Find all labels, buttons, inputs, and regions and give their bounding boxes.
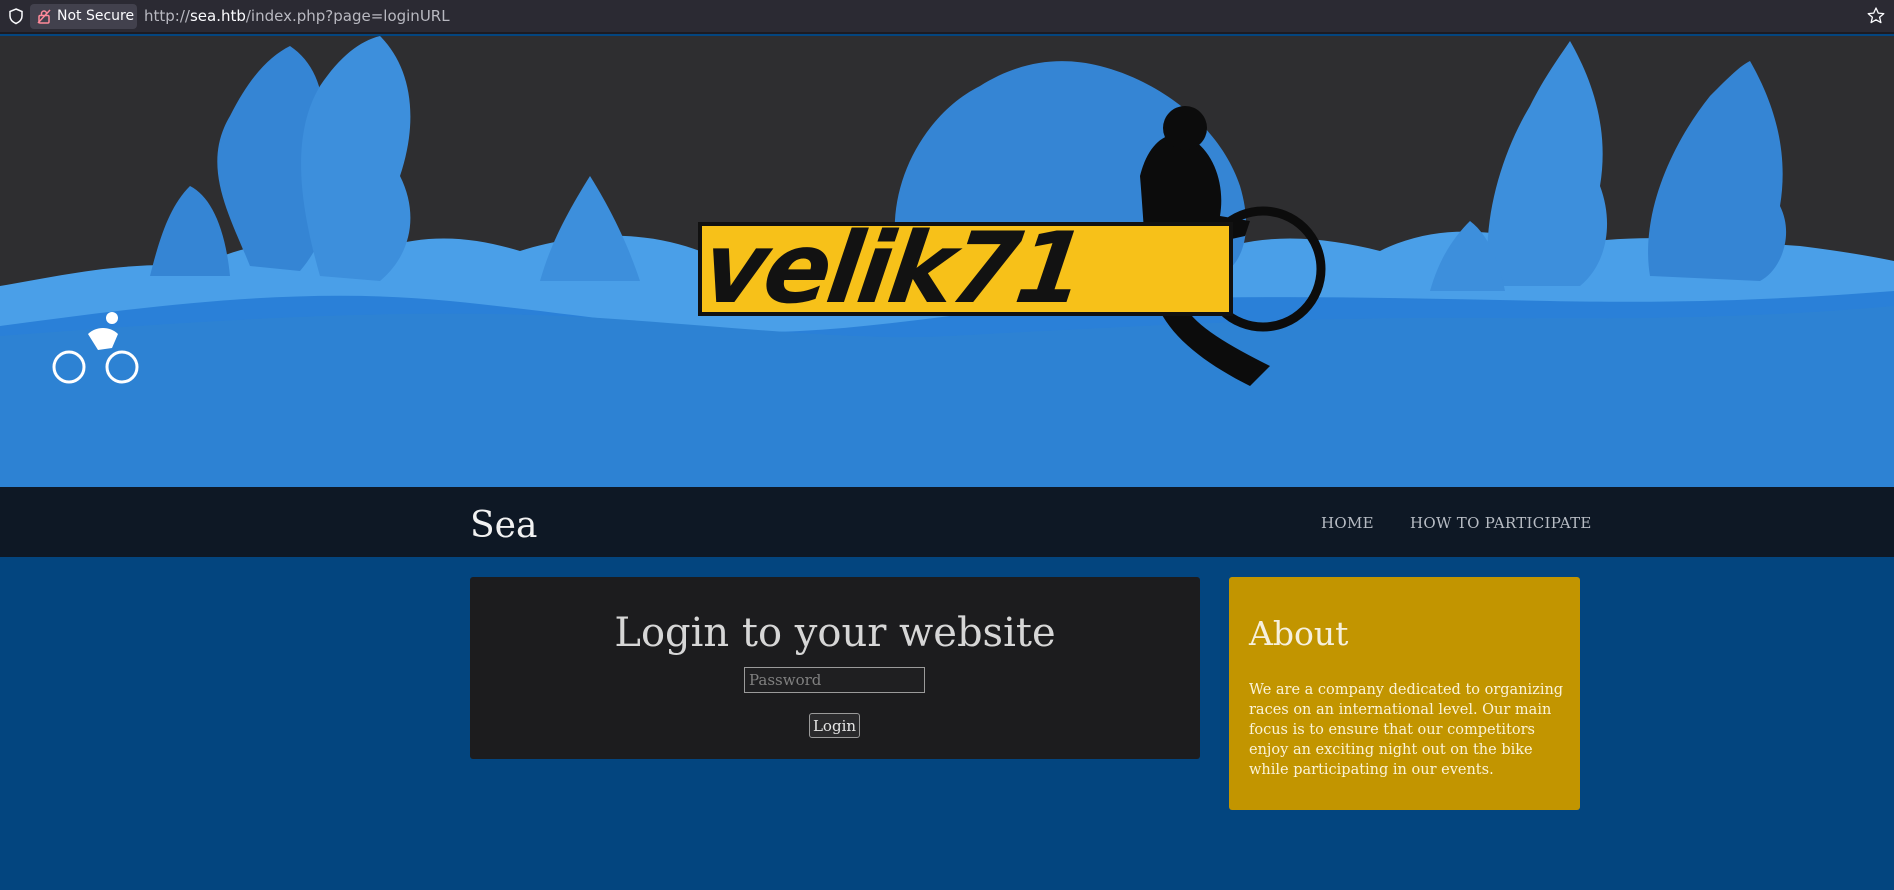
not-secure-badge[interactable]: Not Secure	[30, 4, 137, 29]
shield-icon[interactable]	[7, 7, 25, 25]
about-title: About	[1249, 614, 1349, 653]
bookmark-star-icon[interactable]	[1866, 6, 1886, 26]
url-text[interactable]: http://sea.htb/index.php?page=loginURL	[144, 7, 450, 25]
url-scheme: http://	[144, 7, 190, 25]
site-logo: velik71	[695, 212, 1091, 326]
nav-home-link[interactable]: HOME	[1321, 514, 1374, 532]
url-host: sea.htb	[189, 7, 246, 25]
login-button[interactable]: Login	[809, 713, 860, 738]
site-brand[interactable]: Sea	[470, 505, 537, 546]
login-title: Login to your website	[614, 610, 1056, 656]
url-path: /index.php?page=loginURL	[245, 7, 450, 25]
password-input[interactable]	[744, 667, 925, 693]
top-nav	[0, 487, 1894, 557]
insecure-lock-icon	[37, 9, 51, 24]
security-label: Not Secure	[57, 8, 135, 24]
hero-banner: velik71	[0, 36, 1894, 487]
nav-how-to-participate-link[interactable]: HOW TO PARTICIPATE	[1410, 514, 1592, 532]
browser-url-bar: Not Secure http://sea.htb/index.php?page…	[0, 0, 1894, 34]
about-text: We are a company dedicated to organizing…	[1249, 682, 1564, 778]
